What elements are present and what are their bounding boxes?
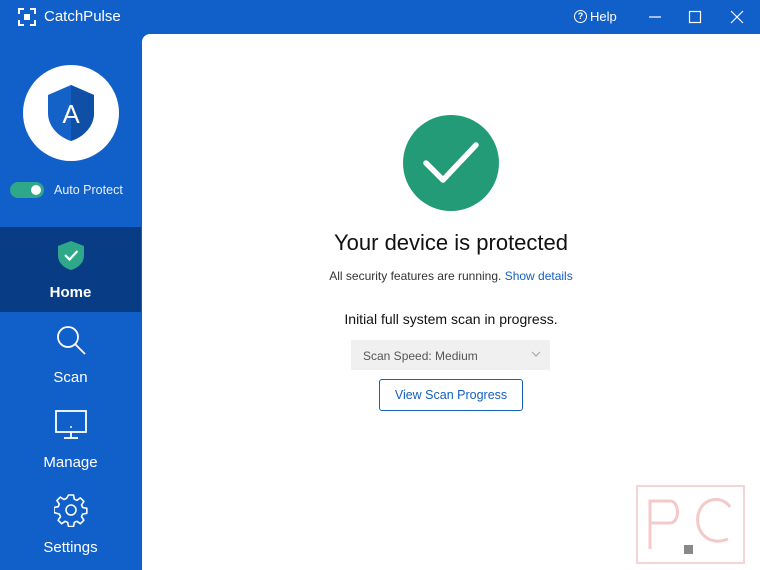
sidebar-item-label: Home: [49, 284, 92, 301]
app-window: CatchPulse ? Help A Auto Protect Home Sc…: [0, 0, 760, 570]
view-scan-progress-button[interactable]: View Scan Progress: [379, 379, 523, 411]
scan-speed-select[interactable]: Scan Speed: Medium: [351, 340, 550, 370]
close-icon: [730, 10, 744, 24]
sidebar-item-settings[interactable]: Settings: [0, 482, 141, 567]
search-icon: [57, 326, 86, 355]
main-panel: Your device is protected All security fe…: [142, 34, 760, 570]
sidebar-item-label: Manage: [43, 454, 98, 471]
minimize-icon: [649, 16, 661, 18]
shield-check-icon: [58, 241, 84, 270]
app-title: CatchPulse: [44, 8, 121, 25]
sidebar: A Auto Protect Home Scan Manage Settings: [0, 34, 142, 570]
status-subtitle-text: All security features are running.: [329, 269, 502, 283]
watermark-icon: [648, 498, 732, 554]
help-label: Help: [590, 9, 617, 24]
gear-icon: [54, 494, 88, 527]
auto-protect-toggle[interactable]: [10, 182, 44, 198]
sidebar-item-label: Settings: [43, 539, 98, 556]
show-details-link[interactable]: Show details: [505, 269, 573, 283]
sidebar-item-home[interactable]: Home: [0, 227, 141, 312]
sidebar-item-manage[interactable]: Manage: [0, 397, 141, 482]
status-subtitle: All security features are running. Show …: [142, 269, 760, 283]
checkmark-icon: [423, 142, 479, 183]
maximize-icon: [688, 10, 702, 24]
protected-status-badge: [403, 115, 499, 211]
toggle-knob: [31, 185, 41, 195]
maximize-button[interactable]: [680, 4, 710, 30]
app-logo-icon: [18, 8, 36, 26]
close-button[interactable]: [722, 4, 752, 30]
auto-protect-row: Auto Protect: [10, 182, 123, 198]
minimize-button[interactable]: [640, 4, 670, 30]
monitor-icon: [55, 410, 87, 439]
help-icon: ?: [574, 10, 587, 23]
chevron-down-icon: [531, 351, 541, 357]
auto-protect-label: Auto Protect: [54, 183, 123, 197]
page-title: Your device is protected: [334, 230, 568, 255]
help-button[interactable]: ? Help: [574, 9, 617, 24]
avatar-letter: A: [62, 99, 80, 129]
scan-speed-value: Scan Speed: Medium: [363, 349, 478, 363]
watermark-logo: [636, 485, 745, 564]
avatar[interactable]: A: [23, 65, 119, 161]
sidebar-item-scan[interactable]: Scan: [0, 312, 141, 397]
scan-message: Initial full system scan in progress.: [344, 311, 558, 327]
sidebar-item-label: Scan: [53, 369, 88, 386]
title-bar: CatchPulse ? Help: [0, 0, 760, 34]
shield-letter-icon: A: [48, 85, 94, 141]
